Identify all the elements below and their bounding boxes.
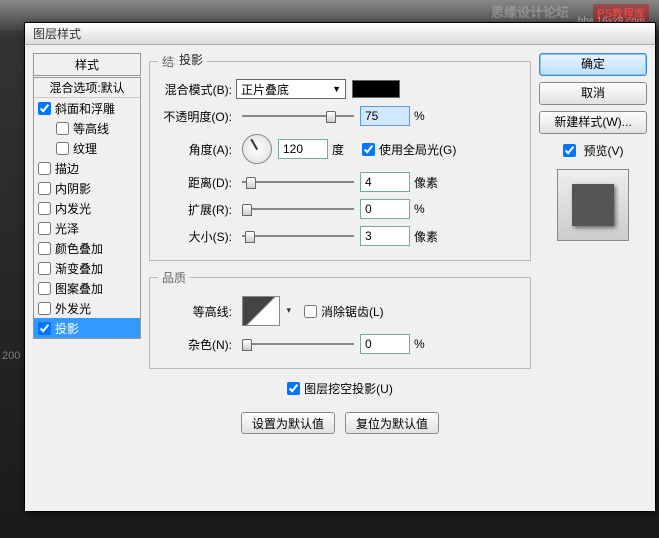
- angle-label: 角度(A):: [158, 141, 236, 158]
- style-item-checkbox[interactable]: [38, 302, 51, 315]
- structure-group: 结构 混合模式(B): 正片叠底 ▼ 不透明度(O): % 角度(: [149, 53, 531, 261]
- panel-title: 投影: [175, 51, 207, 68]
- style-item-5[interactable]: 内发光: [34, 198, 140, 218]
- spread-slider[interactable]: [242, 202, 354, 216]
- styles-header[interactable]: 样式: [33, 53, 141, 76]
- angle-dial[interactable]: [242, 134, 272, 164]
- style-item-label: 投影: [55, 320, 79, 337]
- shadow-color-swatch[interactable]: [352, 80, 400, 98]
- distance-slider[interactable]: [242, 175, 354, 189]
- backdrop-year: 200: [2, 350, 20, 362]
- style-item-label: 内发光: [55, 200, 91, 217]
- chevron-down-icon: ▼: [332, 84, 341, 94]
- global-light-checkbox[interactable]: [362, 143, 375, 156]
- style-item-4[interactable]: 内阴影: [34, 178, 140, 198]
- blending-options-link[interactable]: 混合选项:默认: [34, 78, 140, 98]
- style-item-checkbox[interactable]: [38, 322, 51, 335]
- style-item-label: 外发光: [55, 300, 91, 317]
- reset-default-button[interactable]: 复位为默认值: [345, 412, 439, 434]
- style-item-3[interactable]: 描边: [34, 158, 140, 178]
- style-item-checkbox[interactable]: [38, 262, 51, 275]
- opacity-input[interactable]: [360, 106, 410, 126]
- style-item-8[interactable]: 渐变叠加: [34, 258, 140, 278]
- style-item-checkbox[interactable]: [38, 222, 51, 235]
- make-default-button[interactable]: 设置为默认值: [241, 412, 335, 434]
- style-item-1[interactable]: 等高线: [34, 118, 140, 138]
- style-item-10[interactable]: 外发光: [34, 298, 140, 318]
- style-item-label: 内阴影: [55, 180, 91, 197]
- blend-mode-combo[interactable]: 正片叠底 ▼: [236, 79, 346, 99]
- antialias-label: 消除锯齿(L): [321, 303, 384, 320]
- style-item-checkbox[interactable]: [56, 122, 69, 135]
- quality-legend: 品质: [158, 269, 190, 286]
- dialog-title: 图层样式: [25, 23, 655, 45]
- style-item-2[interactable]: 纹理: [34, 138, 140, 158]
- global-light-label: 使用全局光(G): [379, 141, 456, 158]
- new-style-button[interactable]: 新建样式(W)...: [539, 111, 647, 134]
- preview-label: 预览(V): [584, 142, 624, 159]
- watermark-brand: 思缘设计论坛: [491, 2, 569, 21]
- noise-label: 杂色(N):: [158, 336, 236, 353]
- spread-input[interactable]: [360, 199, 410, 219]
- ok-button[interactable]: 确定: [539, 53, 647, 76]
- style-item-label: 斜面和浮雕: [55, 100, 115, 117]
- style-item-label: 渐变叠加: [55, 260, 103, 277]
- antialias-checkbox[interactable]: [304, 305, 317, 318]
- style-item-label: 描边: [55, 160, 79, 177]
- style-item-0[interactable]: 斜面和浮雕: [34, 98, 140, 118]
- cancel-button[interactable]: 取消: [539, 82, 647, 105]
- style-item-checkbox[interactable]: [56, 142, 69, 155]
- style-item-11[interactable]: 投影: [34, 318, 140, 338]
- distance-label: 距离(D):: [158, 174, 236, 191]
- dialog-buttons-panel: 确定 取消 新建样式(W)... 预览(V): [539, 53, 647, 503]
- style-item-checkbox[interactable]: [38, 242, 51, 255]
- noise-input[interactable]: [360, 334, 410, 354]
- style-item-label: 图案叠加: [55, 280, 103, 297]
- style-item-label: 等高线: [73, 120, 109, 137]
- spread-label: 扩展(R):: [158, 201, 236, 218]
- knockout-label: 图层挖空投影(U): [304, 380, 393, 397]
- style-item-9[interactable]: 图案叠加: [34, 278, 140, 298]
- style-item-label: 光泽: [55, 220, 79, 237]
- knockout-checkbox[interactable]: [287, 382, 300, 395]
- blend-mode-label: 混合模式(B):: [158, 81, 236, 98]
- angle-input[interactable]: [278, 139, 328, 159]
- contour-label: 等高线:: [158, 303, 236, 320]
- noise-slider[interactable]: [242, 337, 354, 351]
- distance-input[interactable]: [360, 172, 410, 192]
- preview-checkbox[interactable]: [563, 144, 576, 157]
- contour-picker[interactable]: [242, 296, 280, 326]
- opacity-slider[interactable]: [242, 109, 354, 123]
- style-item-checkbox[interactable]: [38, 282, 51, 295]
- style-item-checkbox[interactable]: [38, 202, 51, 215]
- effect-settings-panel: 投影 结构 混合模式(B): 正片叠底 ▼ 不透明度(O): %: [149, 53, 531, 503]
- style-item-checkbox[interactable]: [38, 162, 51, 175]
- style-item-label: 颜色叠加: [55, 240, 103, 257]
- style-item-checkbox[interactable]: [38, 102, 51, 115]
- style-item-6[interactable]: 光泽: [34, 218, 140, 238]
- size-input[interactable]: [360, 226, 410, 246]
- layer-style-dialog: 图层样式 样式 混合选项:默认 斜面和浮雕等高线纹理描边内阴影内发光光泽颜色叠加…: [24, 22, 656, 512]
- styles-list-panel: 样式 混合选项:默认 斜面和浮雕等高线纹理描边内阴影内发光光泽颜色叠加渐变叠加图…: [33, 53, 141, 503]
- opacity-label: 不透明度(O):: [158, 108, 236, 125]
- size-label: 大小(S):: [158, 228, 236, 245]
- size-slider[interactable]: [242, 229, 354, 243]
- preview-swatch: [557, 169, 629, 241]
- style-item-7[interactable]: 颜色叠加: [34, 238, 140, 258]
- quality-group: 品质 等高线: 消除锯齿(L) 杂色(N): %: [149, 269, 531, 369]
- style-item-label: 纹理: [73, 140, 97, 157]
- style-item-checkbox[interactable]: [38, 182, 51, 195]
